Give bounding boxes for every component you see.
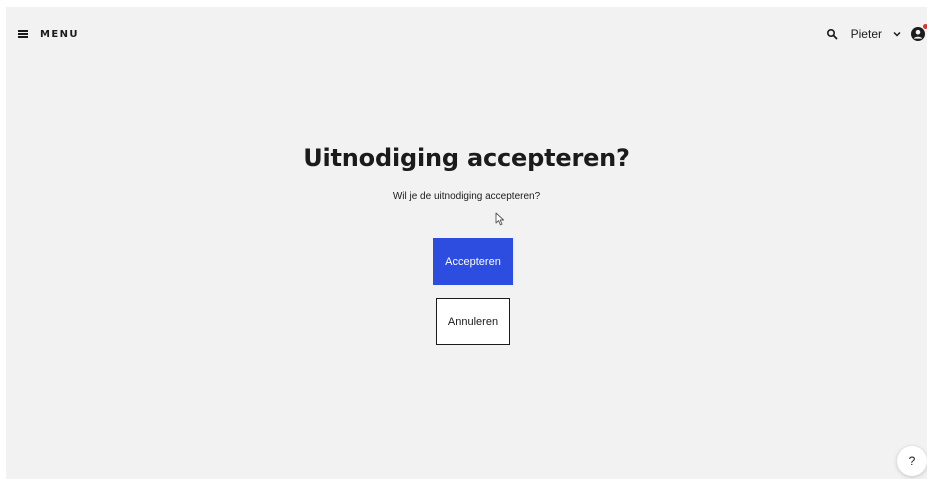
account-button[interactable] bbox=[911, 24, 927, 41]
app-viewport: MENU Pieter Uitnodiging accepteren? Wil … bbox=[6, 7, 927, 479]
top-header: MENU Pieter bbox=[6, 7, 927, 57]
mouse-cursor-icon bbox=[495, 212, 505, 226]
header-actions: Pieter bbox=[826, 24, 927, 44]
help-icon: ? bbox=[908, 454, 916, 468]
cancel-button[interactable]: Annuleren bbox=[436, 298, 510, 345]
page-title: Uitnodiging accepteren? bbox=[303, 144, 630, 172]
menu-label: MENU bbox=[40, 28, 79, 40]
user-menu-button[interactable]: Pieter bbox=[851, 27, 901, 41]
notification-dot bbox=[923, 24, 927, 29]
hamburger-icon bbox=[18, 30, 28, 38]
menu-button[interactable]: MENU bbox=[18, 26, 79, 42]
search-icon[interactable] bbox=[826, 28, 838, 40]
page-subtitle: Wil je de uitnodiging accepteren? bbox=[392, 191, 541, 202]
accept-button[interactable]: Accepteren bbox=[433, 238, 513, 285]
account-icon bbox=[911, 27, 925, 41]
help-button[interactable]: ? bbox=[897, 446, 927, 476]
chevron-down-icon bbox=[893, 31, 901, 37]
user-name: Pieter bbox=[850, 27, 882, 41]
